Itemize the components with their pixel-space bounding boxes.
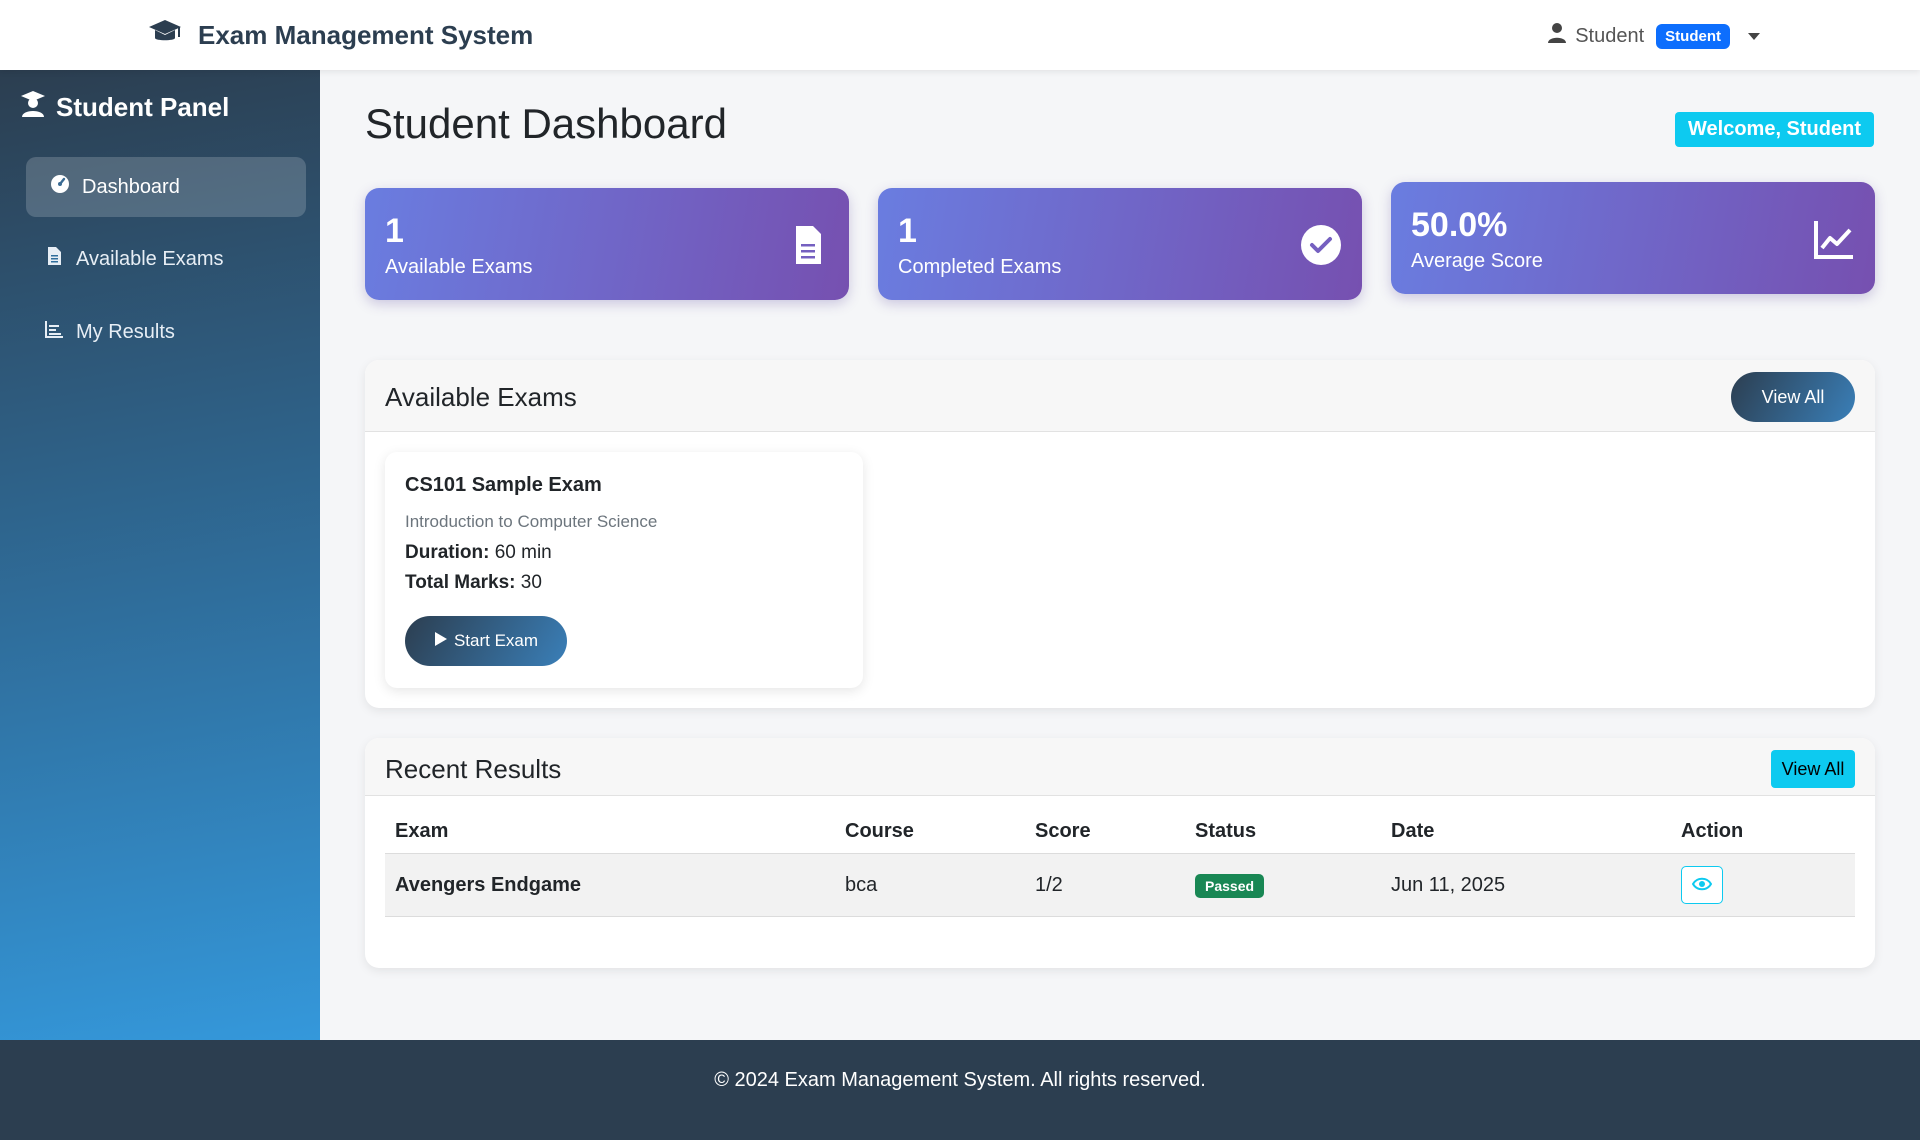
- cell-exam: Avengers Endgame: [385, 853, 835, 917]
- table-header-row: Exam Course Score Status Date Action: [385, 806, 1855, 854]
- cell-score: 1/2: [1025, 853, 1185, 917]
- stat-card-completed-exams: 1 Completed Exams: [878, 188, 1362, 300]
- stat-card-average-score: 50.0% Average Score: [1391, 182, 1875, 294]
- line-chart-icon: [1813, 218, 1855, 260]
- view-all-exams-button[interactable]: View All: [1731, 372, 1855, 422]
- panel-title: Recent Results: [385, 754, 562, 784]
- play-icon: [434, 631, 448, 652]
- sidebar: Student Panel Dashboard Available Exams …: [0, 70, 320, 1040]
- cell-action: [1671, 853, 1855, 917]
- panel-header: Recent Results View All: [365, 738, 1875, 796]
- brand[interactable]: Exam Management System: [148, 18, 533, 53]
- duration-label: Duration:: [405, 542, 490, 563]
- footer: © 2024 Exam Management System. All right…: [0, 1040, 1920, 1140]
- user-name: Student: [1575, 24, 1645, 47]
- exam-card: CS101 Sample Exam Introduction to Comput…: [385, 452, 863, 688]
- column-header: Action: [1671, 806, 1855, 854]
- sidebar-item-my-results[interactable]: My Results: [20, 302, 300, 362]
- exam-duration: Duration: 60 min: [405, 542, 552, 564]
- column-header: Score: [1025, 806, 1185, 854]
- column-header: Status: [1185, 806, 1381, 854]
- panel-title: Available Exams: [385, 382, 577, 412]
- gauge-icon: [50, 174, 70, 200]
- exam-total-marks: Total Marks: 30: [405, 572, 542, 594]
- start-exam-button[interactable]: Start Exam: [405, 616, 567, 666]
- exam-name: CS101 Sample Exam: [405, 474, 602, 496]
- marks-label: Total Marks:: [405, 572, 516, 593]
- footer-text: © 2024 Exam Management System. All right…: [714, 1069, 1206, 1091]
- stat-label: Available Exams: [385, 256, 533, 278]
- sidebar-item-label: Dashboard: [82, 175, 180, 198]
- brand-title: Exam Management System: [198, 20, 534, 50]
- column-header: Exam: [385, 806, 835, 854]
- user-icon: [1547, 22, 1567, 50]
- duration-value: 60 min: [494, 542, 552, 563]
- stat-value: 1: [898, 212, 917, 250]
- chart-icon: [44, 319, 64, 345]
- file-icon: [787, 224, 829, 266]
- view-all-results-button[interactable]: View All: [1771, 750, 1855, 788]
- stat-card-available-exams: 1 Available Exams: [365, 188, 849, 300]
- stat-label: Completed Exams: [898, 256, 1062, 278]
- sidebar-title: Student Panel: [20, 90, 229, 125]
- table-row[interactable]: Avengers Endgame bca 1/2 Passed Jun 11, …: [385, 853, 1855, 917]
- chevron-down-icon[interactable]: [1748, 32, 1760, 40]
- stat-value: 1: [385, 212, 404, 250]
- view-result-button[interactable]: [1681, 866, 1723, 904]
- welcome-badge: Welcome, Student: [1675, 112, 1874, 147]
- graduation-cap-icon: [148, 18, 182, 53]
- top-navbar: Exam Management System Student Student: [0, 0, 1920, 70]
- marks-value: 30: [520, 572, 542, 593]
- cell-date: Jun 11, 2025: [1381, 853, 1671, 917]
- column-header: Course: [835, 806, 1025, 854]
- recent-results-panel: Recent Results View All Exam Course Scor…: [365, 738, 1875, 968]
- stat-label: Average Score: [1411, 250, 1543, 272]
- file-icon: [44, 246, 64, 272]
- panel-header: Available Exams View All: [365, 360, 1875, 432]
- start-exam-label: Start Exam: [453, 631, 539, 650]
- sidebar-item-label: My Results: [76, 320, 175, 343]
- page-title: Student Dashboard: [365, 100, 727, 147]
- cell-status: Passed: [1185, 853, 1381, 917]
- user-menu[interactable]: Student Student: [1547, 22, 1760, 50]
- sidebar-item-dashboard[interactable]: Dashboard: [26, 157, 306, 217]
- check-circle-icon: [1300, 224, 1342, 266]
- status-badge: Passed: [1195, 873, 1265, 898]
- cell-course: bca: [835, 853, 1025, 917]
- results-table: Exam Course Score Status Date Action Ave…: [385, 806, 1855, 917]
- available-exams-panel: Available Exams View All CS101 Sample Ex…: [365, 360, 1875, 708]
- sidebar-item-available-exams[interactable]: Available Exams: [20, 229, 300, 289]
- column-header: Date: [1381, 806, 1671, 854]
- student-icon: [20, 90, 46, 125]
- role-badge: Student: [1656, 23, 1730, 49]
- exam-course: Introduction to Computer Science: [405, 512, 658, 531]
- sidebar-item-label: Available Exams: [76, 247, 224, 270]
- eye-icon: [1691, 874, 1713, 897]
- stat-value: 50.0%: [1411, 206, 1508, 244]
- sidebar-title-text: Student Panel: [56, 92, 230, 122]
